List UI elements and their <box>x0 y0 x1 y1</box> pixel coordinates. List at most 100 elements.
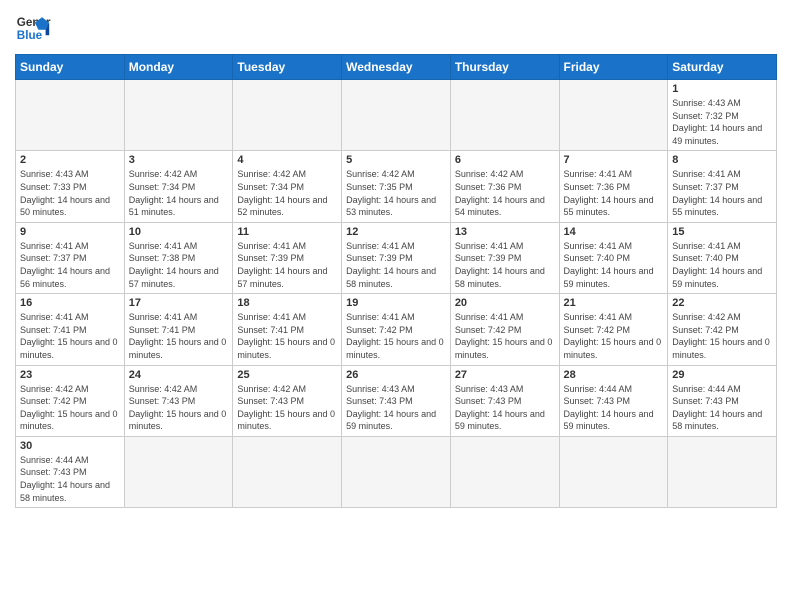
day-cell <box>559 436 668 507</box>
day-number: 8 <box>672 154 772 166</box>
day-number: 2 <box>20 154 120 166</box>
day-cell: 10 Sunrise: 4:41 AM Sunset: 7:38 PM Dayli… <box>124 222 233 293</box>
day-number: 28 <box>564 369 664 381</box>
day-info: Sunrise: 4:41 AM Sunset: 7:39 PM Dayligh… <box>455 240 555 290</box>
weekday-header-sunday: Sunday <box>16 55 125 80</box>
week-row-0: 1 Sunrise: 4:43 AM Sunset: 7:32 PM Daylig… <box>16 80 777 151</box>
day-info: Sunrise: 4:42 AM Sunset: 7:43 PM Dayligh… <box>237 383 337 433</box>
day-cell: 24 Sunrise: 4:42 AM Sunset: 7:43 PM Dayli… <box>124 365 233 436</box>
day-number: 10 <box>129 226 229 238</box>
weekday-header-saturday: Saturday <box>668 55 777 80</box>
day-cell <box>124 436 233 507</box>
day-info: Sunrise: 4:41 AM Sunset: 7:38 PM Dayligh… <box>129 240 229 290</box>
day-cell: 14 Sunrise: 4:41 AM Sunset: 7:40 PM Dayli… <box>559 222 668 293</box>
day-info: Sunrise: 4:42 AM Sunset: 7:35 PM Dayligh… <box>346 168 446 218</box>
day-cell <box>342 436 451 507</box>
day-number: 30 <box>20 440 120 452</box>
day-cell: 27Sunrise: 4:43 AM Sunset: 7:43 PM Dayli… <box>450 365 559 436</box>
day-info: Sunrise: 4:41 AM Sunset: 7:39 PM Dayligh… <box>237 240 337 290</box>
day-info: Sunrise: 4:42 AM Sunset: 7:42 PM Dayligh… <box>672 311 772 361</box>
day-number: 16 <box>20 297 120 309</box>
day-cell: 22Sunrise: 4:42 AM Sunset: 7:42 PM Dayli… <box>668 294 777 365</box>
day-number: 18 <box>237 297 337 309</box>
week-row-1: 2 Sunrise: 4:43 AM Sunset: 7:33 PM Daylig… <box>16 151 777 222</box>
week-row-4: 23 Sunrise: 4:42 AM Sunset: 7:42 PM Dayli… <box>16 365 777 436</box>
day-info: Sunrise: 4:41 AM Sunset: 7:37 PM Dayligh… <box>20 240 120 290</box>
day-number: 12 <box>346 226 446 238</box>
day-info: Sunrise: 4:41 AM Sunset: 7:39 PM Dayligh… <box>346 240 446 290</box>
day-number: 20 <box>455 297 555 309</box>
day-cell <box>342 80 451 151</box>
day-info: Sunrise: 4:44 AM Sunset: 7:43 PM Dayligh… <box>672 383 772 433</box>
day-info: Sunrise: 4:44 AM Sunset: 7:43 PM Dayligh… <box>564 383 664 433</box>
day-number: 23 <box>20 369 120 381</box>
day-info: Sunrise: 4:41 AM Sunset: 7:41 PM Dayligh… <box>129 311 229 361</box>
day-number: 14 <box>564 226 664 238</box>
weekday-header-row: SundayMondayTuesdayWednesdayThursdayFrid… <box>16 55 777 80</box>
day-info: Sunrise: 4:41 AM Sunset: 7:41 PM Dayligh… <box>237 311 337 361</box>
logo-icon: General Blue <box>15 10 51 46</box>
day-cell: 25 Sunrise: 4:42 AM Sunset: 7:43 PM Dayli… <box>233 365 342 436</box>
day-cell: 19 Sunrise: 4:41 AM Sunset: 7:42 PM Dayli… <box>342 294 451 365</box>
day-info: Sunrise: 4:42 AM Sunset: 7:42 PM Dayligh… <box>20 383 120 433</box>
day-number: 25 <box>237 369 337 381</box>
day-cell <box>124 80 233 151</box>
day-cell: 29 Sunrise: 4:44 AM Sunset: 7:43 PM Dayli… <box>668 365 777 436</box>
day-cell <box>450 436 559 507</box>
day-number: 1 <box>672 83 772 95</box>
day-cell: 4Sunrise: 4:42 AM Sunset: 7:34 PM Daylig… <box>233 151 342 222</box>
day-info: Sunrise: 4:44 AM Sunset: 7:43 PM Dayligh… <box>20 454 120 504</box>
day-cell: 28 Sunrise: 4:44 AM Sunset: 7:43 PM Dayli… <box>559 365 668 436</box>
day-number: 17 <box>129 297 229 309</box>
day-info: Sunrise: 4:42 AM Sunset: 7:34 PM Dayligh… <box>129 168 229 218</box>
day-info: Sunrise: 4:41 AM Sunset: 7:37 PM Dayligh… <box>672 168 772 218</box>
header: General Blue <box>15 10 777 46</box>
day-cell: 16 Sunrise: 4:41 AM Sunset: 7:41 PM Dayli… <box>16 294 125 365</box>
day-number: 4 <box>237 154 337 166</box>
day-cell: 26Sunrise: 4:43 AM Sunset: 7:43 PM Dayli… <box>342 365 451 436</box>
day-info: Sunrise: 4:42 AM Sunset: 7:43 PM Dayligh… <box>129 383 229 433</box>
week-row-2: 9Sunrise: 4:41 AM Sunset: 7:37 PM Daylig… <box>16 222 777 293</box>
day-cell: 15 Sunrise: 4:41 AM Sunset: 7:40 PM Dayli… <box>668 222 777 293</box>
day-info: Sunrise: 4:41 AM Sunset: 7:42 PM Dayligh… <box>346 311 446 361</box>
week-row-3: 16 Sunrise: 4:41 AM Sunset: 7:41 PM Dayli… <box>16 294 777 365</box>
day-cell <box>668 436 777 507</box>
day-number: 27 <box>455 369 555 381</box>
day-info: Sunrise: 4:42 AM Sunset: 7:36 PM Dayligh… <box>455 168 555 218</box>
day-info: Sunrise: 4:41 AM Sunset: 7:42 PM Dayligh… <box>564 311 664 361</box>
day-info: Sunrise: 4:43 AM Sunset: 7:43 PM Dayligh… <box>346 383 446 433</box>
day-number: 5 <box>346 154 446 166</box>
day-cell <box>559 80 668 151</box>
day-number: 24 <box>129 369 229 381</box>
day-info: Sunrise: 4:41 AM Sunset: 7:40 PM Dayligh… <box>672 240 772 290</box>
weekday-header-friday: Friday <box>559 55 668 80</box>
day-info: Sunrise: 4:41 AM Sunset: 7:40 PM Dayligh… <box>564 240 664 290</box>
calendar-table: SundayMondayTuesdayWednesdayThursdayFrid… <box>15 54 777 508</box>
day-number: 3 <box>129 154 229 166</box>
day-cell <box>233 80 342 151</box>
day-cell: 11 Sunrise: 4:41 AM Sunset: 7:39 PM Dayli… <box>233 222 342 293</box>
day-number: 19 <box>346 297 446 309</box>
day-cell: 23 Sunrise: 4:42 AM Sunset: 7:42 PM Dayli… <box>16 365 125 436</box>
day-cell: 2 Sunrise: 4:43 AM Sunset: 7:33 PM Daylig… <box>16 151 125 222</box>
weekday-header-wednesday: Wednesday <box>342 55 451 80</box>
day-cell <box>233 436 342 507</box>
weekday-header-thursday: Thursday <box>450 55 559 80</box>
day-cell: 21 Sunrise: 4:41 AM Sunset: 7:42 PM Dayli… <box>559 294 668 365</box>
day-number: 29 <box>672 369 772 381</box>
svg-text:Blue: Blue <box>17 29 43 42</box>
calendar-page: General Blue SundayMondayTuesdayWednesda… <box>0 0 792 612</box>
day-number: 15 <box>672 226 772 238</box>
day-cell: 30 Sunrise: 4:44 AM Sunset: 7:43 PM Dayli… <box>16 436 125 507</box>
day-info: Sunrise: 4:41 AM Sunset: 7:36 PM Dayligh… <box>564 168 664 218</box>
day-cell: 20Sunrise: 4:41 AM Sunset: 7:42 PM Dayli… <box>450 294 559 365</box>
day-info: Sunrise: 4:43 AM Sunset: 7:33 PM Dayligh… <box>20 168 120 218</box>
day-info: Sunrise: 4:43 AM Sunset: 7:32 PM Dayligh… <box>672 97 772 147</box>
day-number: 11 <box>237 226 337 238</box>
day-number: 21 <box>564 297 664 309</box>
day-cell: 3 Sunrise: 4:42 AM Sunset: 7:34 PM Daylig… <box>124 151 233 222</box>
logo: General Blue <box>15 10 51 46</box>
day-info: Sunrise: 4:41 AM Sunset: 7:41 PM Dayligh… <box>20 311 120 361</box>
day-cell: 1 Sunrise: 4:43 AM Sunset: 7:32 PM Daylig… <box>668 80 777 151</box>
day-cell: 9Sunrise: 4:41 AM Sunset: 7:37 PM Daylig… <box>16 222 125 293</box>
